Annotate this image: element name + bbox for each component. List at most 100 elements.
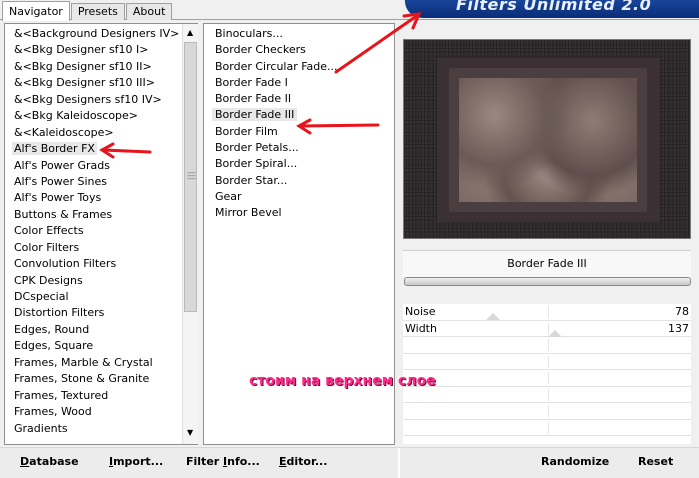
button-label: nfo... xyxy=(227,455,260,468)
category-item[interactable]: Color Effects xyxy=(5,223,181,239)
effect-item[interactable]: Border Fade I xyxy=(204,75,394,91)
effect-item[interactable]: Border Petals... xyxy=(204,140,394,156)
category-item-label: Gradients xyxy=(14,421,68,435)
category-item[interactable]: Frames, Marble & Crystal xyxy=(5,355,181,371)
category-item[interactable]: Distortion Filters xyxy=(5,305,181,321)
param-separator xyxy=(548,306,549,318)
category-item[interactable]: Buttons & Frames xyxy=(5,207,181,223)
param-row-empty xyxy=(403,403,691,420)
tab-about[interactable]: About xyxy=(125,3,173,20)
param-row-width[interactable]: Width 137 xyxy=(403,321,691,337)
category-item[interactable]: &<Bkg Designer sf10 I> xyxy=(5,42,181,58)
button-label: ditor... xyxy=(286,455,328,468)
bottom-toolbar: Database Import... Filter Info... Editor… xyxy=(0,447,699,478)
preview-image xyxy=(403,39,691,239)
effect-item[interactable]: Border Fade III xyxy=(204,107,394,123)
category-item[interactable]: Frames, Stone & Granite xyxy=(5,371,181,387)
effect-item-label: Gear xyxy=(215,189,242,203)
category-scrollbar[interactable]: ▲ — — — ▼ xyxy=(182,24,198,444)
param-separator xyxy=(548,388,549,401)
effect-item[interactable]: Border Spiral... xyxy=(204,156,394,172)
tab-strip: Navigator Presets About xyxy=(2,0,173,21)
app-title: Filters Unlimited 2.0 xyxy=(456,0,652,14)
param-row-empty xyxy=(403,337,691,354)
tab-presets[interactable]: Presets xyxy=(70,3,125,20)
param-separator xyxy=(548,405,549,417)
category-item[interactable]: Alf's Power Grads xyxy=(5,158,181,174)
category-item[interactable]: &<Bkg Kaleidoscope> xyxy=(5,108,181,124)
button-label: mport... xyxy=(113,455,164,468)
effect-item-label: Border Petals... xyxy=(215,141,299,155)
category-item[interactable]: Gradients xyxy=(5,421,181,437)
category-item[interactable]: Edges, Round xyxy=(5,322,181,338)
category-item[interactable]: DCspecial xyxy=(5,289,181,305)
scroll-down-icon[interactable]: ▼ xyxy=(187,428,193,437)
effect-item-label: Border Checkers xyxy=(215,43,306,57)
category-item[interactable]: &<Bkg Designer sf10 II> xyxy=(5,59,181,75)
effect-item[interactable]: Border Film xyxy=(204,124,394,140)
category-item-label: &<Bkg Kaleidoscope> xyxy=(14,109,139,123)
effect-item[interactable]: Border Checkers xyxy=(204,42,394,58)
param-row-empty xyxy=(403,420,691,436)
category-item[interactable]: Alf's Power Toys xyxy=(5,190,181,206)
category-item[interactable]: Convolution Filters xyxy=(5,256,181,272)
effect-item[interactable]: Gear xyxy=(204,189,394,205)
category-item[interactable]: &<Background Designers IV> xyxy=(5,26,181,42)
param-slider-marker[interactable] xyxy=(486,313,500,320)
category-item-label: Convolution Filters xyxy=(14,257,117,271)
category-list[interactable]: &<Background Designers IV> &<Bkg Designer… xyxy=(5,26,181,444)
randomize-button[interactable]: Randomize xyxy=(541,455,609,468)
effect-list[interactable]: Binoculars... Border Checkers Border Circu… xyxy=(204,26,394,222)
scroll-up-icon[interactable]: ▲ xyxy=(187,28,193,37)
category-item-label: Alf's Power Grads xyxy=(14,158,110,172)
category-item[interactable]: Edges, Square xyxy=(5,338,181,354)
category-item[interactable]: Alf's Power Sines xyxy=(5,174,181,190)
category-list-panel[interactable]: &<Background Designers IV> &<Bkg Designer… xyxy=(4,23,198,445)
hotkey-letter: E xyxy=(279,455,287,468)
button-label: atabase xyxy=(29,455,79,468)
button-label: Filter xyxy=(186,455,224,468)
category-item-label: CPK Designs xyxy=(14,273,83,287)
category-item-label: &<Bkg Designers sf10 IV> xyxy=(14,92,162,106)
category-item[interactable]: &<Bkg Designers sf10 IV> xyxy=(5,92,181,108)
effect-item-label: Border Fade III xyxy=(212,108,298,122)
category-item-label: Buttons & Frames xyxy=(14,207,113,221)
category-item-label: Edges, Square xyxy=(14,339,94,353)
category-item[interactable]: Color Filters xyxy=(5,240,181,256)
effect-item[interactable]: Binoculars... xyxy=(204,26,394,42)
scrollbar-thumb[interactable]: — — — xyxy=(184,42,197,312)
category-item-label: Color Effects xyxy=(14,224,84,238)
category-item[interactable]: &<Bkg Designer sf10 III> xyxy=(5,75,181,91)
param-value: 137 xyxy=(668,321,689,335)
hotkey-letter: D xyxy=(20,455,30,468)
category-item[interactable]: CPK Designs xyxy=(5,273,181,289)
effect-item[interactable]: Border Circular Fade... xyxy=(204,59,394,75)
effect-item[interactable]: Mirror Bevel xyxy=(204,205,394,221)
effect-item[interactable]: Border Star... xyxy=(204,173,394,189)
category-item[interactable]: Frames, Wood xyxy=(5,404,181,420)
category-item[interactable]: Alf's Border FX xyxy=(5,141,181,157)
param-separator xyxy=(548,372,549,384)
filter-info-button[interactable]: Filter Info... xyxy=(186,455,260,468)
effect-item-label: Mirror Bevel xyxy=(215,206,282,220)
effect-item[interactable]: Border Fade II xyxy=(204,91,394,107)
category-item-label: DCspecial xyxy=(14,290,69,303)
param-row-noise[interactable]: Noise 78 xyxy=(403,304,691,321)
effect-item-label: Border Spiral... xyxy=(215,157,298,171)
effect-item-label: Border Fade II xyxy=(215,92,292,106)
param-row-empty xyxy=(403,354,691,370)
reset-button[interactable]: Reset xyxy=(638,455,673,468)
preview-slider[interactable] xyxy=(404,277,691,286)
param-slider-marker[interactable] xyxy=(548,329,562,337)
param-row-empty xyxy=(403,370,691,387)
param-separator xyxy=(548,421,549,434)
category-item[interactable]: Frames, Textured xyxy=(5,388,181,404)
import-button[interactable]: Import... xyxy=(109,455,163,468)
tab-navigator[interactable]: Navigator xyxy=(2,1,70,21)
param-separator xyxy=(548,355,549,368)
param-label: Noise xyxy=(405,305,436,318)
database-button[interactable]: Database xyxy=(20,455,79,468)
category-item[interactable]: &<Kaleidoscope> xyxy=(5,125,181,141)
category-item-label: Alf's Power Sines xyxy=(14,174,107,188)
editor-button[interactable]: Editor... xyxy=(279,455,327,468)
